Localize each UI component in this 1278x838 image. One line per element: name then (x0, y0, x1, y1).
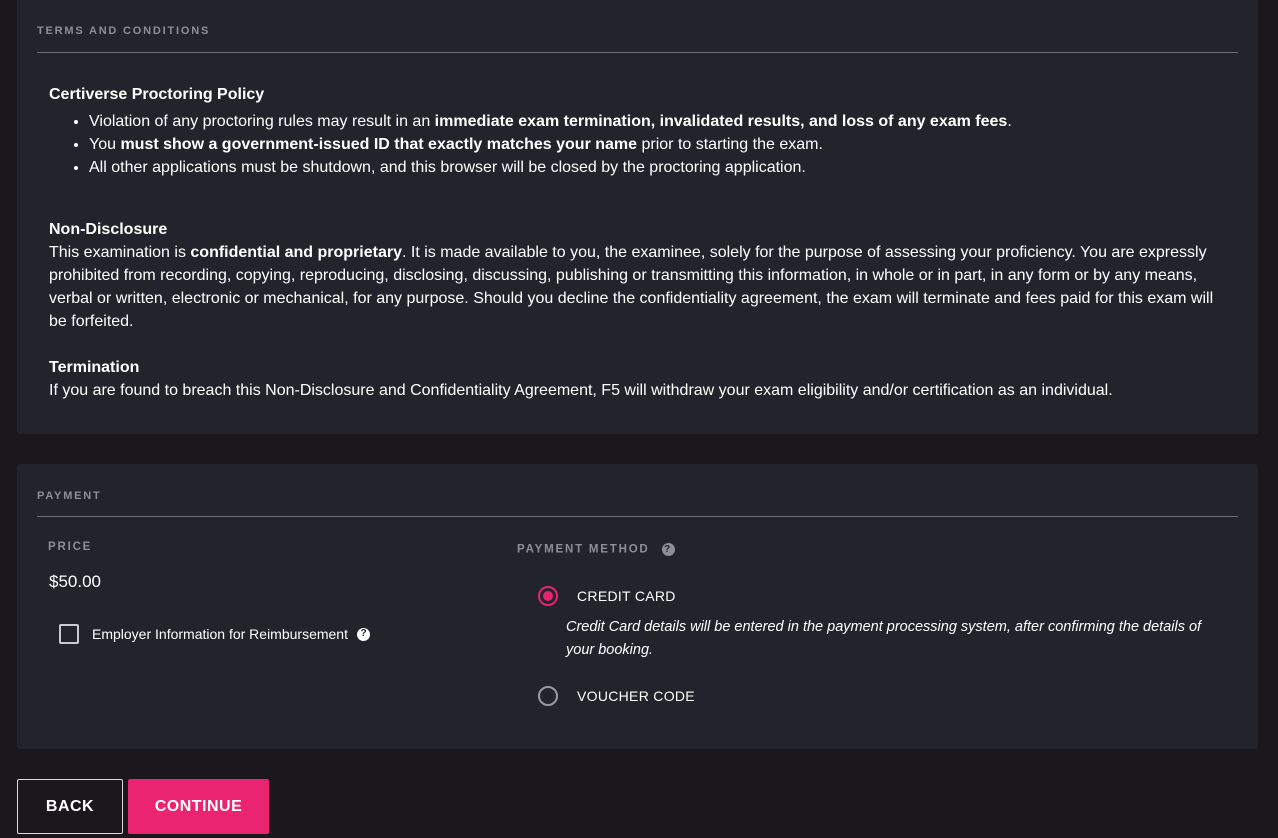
payment-heading: PAYMENT (37, 490, 102, 502)
voucher-code-label[interactable]: VOUCHER CODE (577, 688, 695, 704)
policy-item-bold: immediate exam termination, invalidated … (434, 113, 1008, 130)
payment-panel: PAYMENT PRICE $50.00 Employer Informatio… (17, 464, 1258, 749)
back-button[interactable]: BACK (17, 779, 123, 834)
employer-reimbursement-row[interactable]: Employer Information for Reimbursement ? (59, 624, 370, 644)
payment-method-label: PAYMENT METHOD? (517, 543, 675, 556)
radio-unselected-icon[interactable] (538, 686, 558, 706)
credit-card-label[interactable]: CREDIT CARD (577, 588, 676, 604)
terms-divider (37, 52, 1238, 53)
termination-text: If you are found to breach this Non-Disc… (49, 382, 1113, 399)
terms-heading: TERMS AND CONDITIONS (37, 25, 211, 37)
policy-item: Violation of any proctoring rules may re… (89, 110, 1228, 133)
payment-method-voucher-code[interactable]: VOUCHER CODE (538, 686, 695, 706)
price-label: PRICE (48, 541, 93, 553)
policy-item-text: . (1007, 113, 1012, 130)
policy-item-text: Violation of any proctoring rules may re… (89, 113, 435, 130)
nda-text: This examination is confidential and pro… (49, 241, 1228, 333)
terms-panel: TERMS AND CONDITIONS Certiverse Proctori… (17, 0, 1258, 434)
radio-selected-icon[interactable] (538, 586, 558, 606)
continue-button[interactable]: CONTINUE (128, 779, 269, 834)
nda-title: Non-Disclosure (49, 221, 168, 238)
policy-list: Violation of any proctoring rules may re… (49, 110, 1228, 179)
policy-item-bold: must show a government-issued ID that ex… (120, 136, 638, 153)
nda-text-bold: confidential and proprietary (190, 244, 402, 261)
payment-method-credit-card[interactable]: CREDIT CARD (538, 586, 676, 606)
credit-card-note: Credit Card details will be entered in t… (566, 619, 1202, 658)
policy-item: You must show a government-issued ID tha… (89, 133, 1228, 156)
policy-item: All other applications must be shutdown,… (89, 156, 1228, 179)
employer-reimbursement-label[interactable]: Employer Information for Reimbursement (92, 626, 348, 642)
policy-title: Certiverse Proctoring Policy (49, 86, 265, 103)
policy-item-text: prior to starting the exam. (637, 136, 823, 153)
policy-item-text: All other applications must be shutdown,… (89, 159, 806, 176)
employer-reimbursement-checkbox[interactable] (59, 624, 79, 644)
nda-text-part: This examination is (49, 244, 191, 261)
question-circle-icon[interactable]: ? (357, 627, 370, 641)
payment-method-label-text: PAYMENT METHOD (517, 543, 650, 556)
question-circle-icon[interactable]: ? (661, 543, 675, 556)
terms-body: Certiverse Proctoring Policy Violation o… (49, 83, 1228, 402)
payment-divider (37, 516, 1238, 517)
policy-item-text: You (89, 136, 121, 153)
termination-title: Termination (49, 359, 140, 376)
price-value: $50.00 (49, 572, 101, 591)
